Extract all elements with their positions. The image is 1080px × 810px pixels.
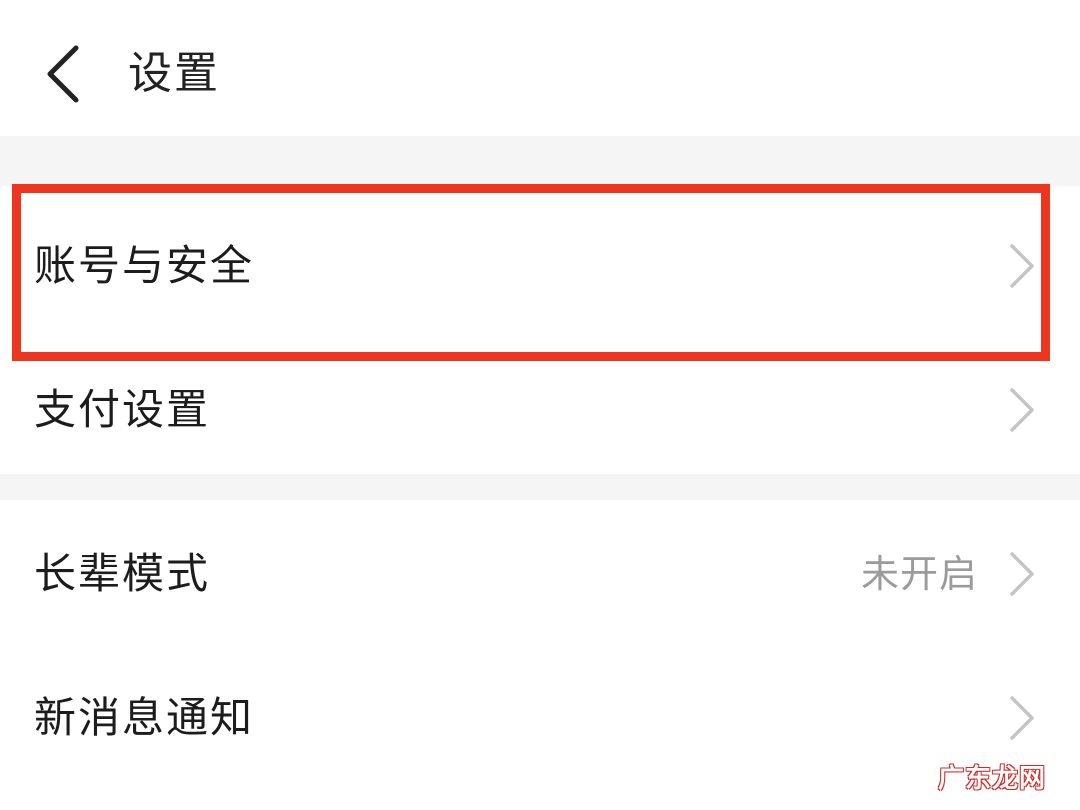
watermark: 广东龙网 [937,764,1046,794]
top-bar: 设置 [0,0,1080,136]
settings-group-general: 长辈模式 未开启 新消息通知 [0,500,1080,810]
settings-item-account-security[interactable]: 账号与安全 [0,186,1080,346]
settings-item-label: 支付设置 [34,385,211,434]
chevron-right-icon [1006,694,1036,742]
settings-item-label: 新消息通知 [34,693,255,742]
settings-item-label: 账号与安全 [34,241,255,290]
settings-item-payment[interactable]: 支付设置 [0,346,1080,474]
chevron-right-icon [1006,242,1036,290]
settings-item-elder-mode[interactable]: 长辈模式 未开启 [0,500,1080,650]
back-button[interactable] [38,42,94,106]
settings-group-account: 账号与安全 支付设置 [0,186,1080,474]
page-title: 设置 [128,48,220,99]
settings-item-value: 未开启 [860,552,978,596]
settings-item-new-message-notification[interactable]: 新消息通知 [0,650,1080,810]
chevron-right-icon [1006,386,1036,434]
chevron-right-icon [1006,550,1036,598]
settings-item-label: 长辈模式 [34,549,211,598]
chevron-left-icon [47,45,79,103]
